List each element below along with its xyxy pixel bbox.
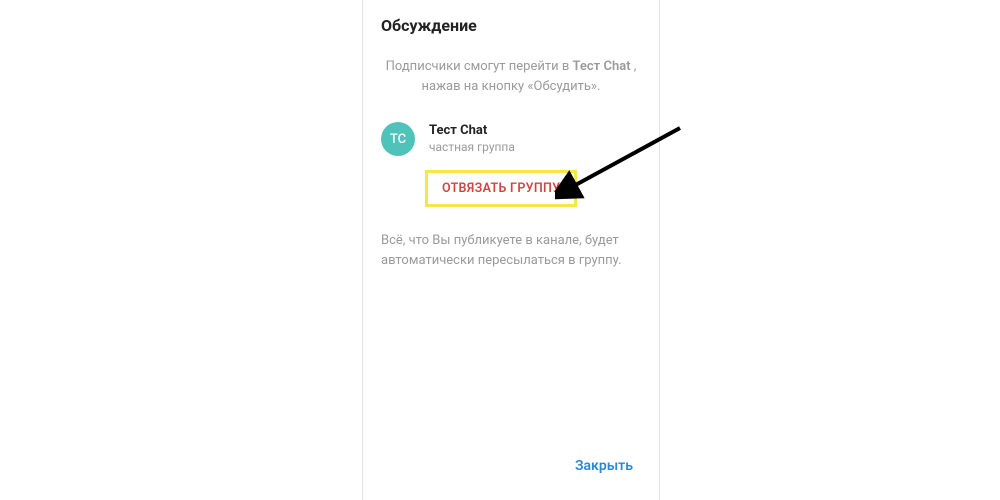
unlink-wrap: ОТВЯЗАТЬ ГРУППУ [363, 170, 659, 207]
linked-group-row[interactable]: ТС Тест Chat частная группа [363, 122, 659, 156]
group-name: Тест Chat [429, 123, 515, 138]
group-info: Тест Chat частная группа [429, 122, 515, 154]
dialog-title: Обсуждение [363, 16, 659, 35]
close-button[interactable]: Закрыть [567, 452, 641, 480]
footer-text: Всё, что Вы публикуете в канале, будет а… [363, 231, 659, 270]
description-prefix: Подписчики смогут перейти в [386, 59, 573, 74]
discussion-dialog: Обсуждение Подписчики смогут перейти в Т… [362, 0, 660, 500]
dialog-description: Подписчики смогут перейти в Тест Chat , … [363, 57, 659, 96]
dialog-footer: Закрыть [363, 452, 659, 484]
group-avatar: ТС [381, 122, 415, 156]
annotation-highlight: ОТВЯЗАТЬ ГРУППУ [425, 170, 577, 207]
group-type: частная группа [429, 140, 515, 154]
unlink-group-button[interactable]: ОТВЯЗАТЬ ГРУППУ [428, 173, 574, 204]
description-chat-name: Тест Chat [573, 59, 631, 74]
